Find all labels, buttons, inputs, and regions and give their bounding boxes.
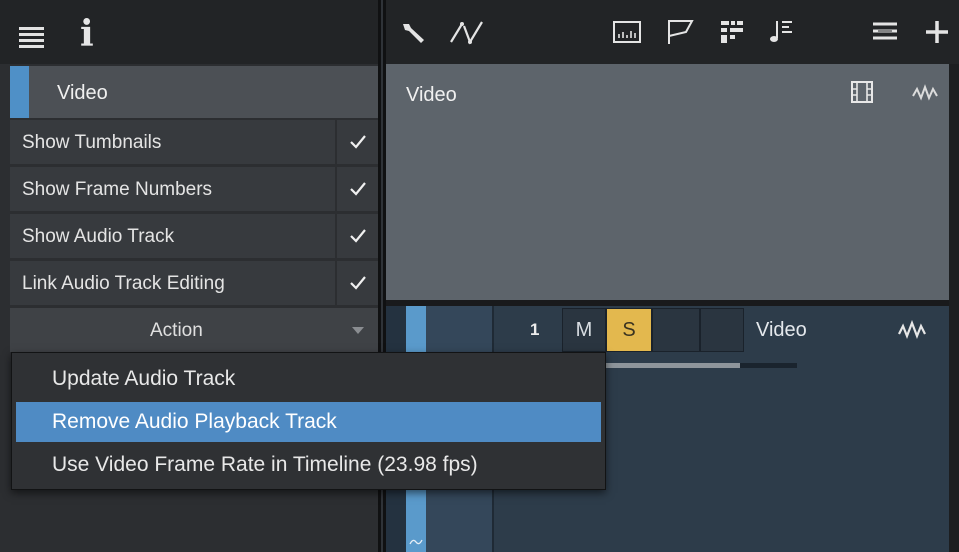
monitor-button[interactable]	[700, 308, 744, 352]
checkmark-icon	[349, 276, 366, 290]
dropdown-caret-icon	[352, 327, 364, 334]
menu-item-label: Use Video Frame Rate in Timeline (23.98 …	[52, 453, 478, 476]
track-color-strip[interactable]	[406, 306, 426, 354]
inspector-toolbar: i	[0, 0, 378, 64]
plus-icon[interactable]	[922, 18, 952, 46]
menu-item-label: Update Audio Track	[52, 367, 236, 390]
menu-item-remove-audio-playback-track[interactable]: Remove Audio Playback Track	[16, 402, 601, 442]
option-link-audio-track-editing[interactable]: Link Audio Track Editing	[10, 261, 335, 305]
section-accent	[10, 66, 29, 118]
link-audio-track-editing-checkbox[interactable]	[337, 261, 378, 305]
solo-button[interactable]: S	[606, 308, 652, 352]
track-level-meter	[605, 363, 797, 368]
show-thumbnails-checkbox[interactable]	[337, 120, 378, 164]
show-frame-numbers-checkbox[interactable]	[337, 167, 378, 211]
info-icon[interactable]: i	[80, 14, 94, 54]
video-section-header[interactable]: Video	[10, 66, 378, 118]
action-dropdown[interactable]: Action	[10, 308, 378, 352]
track-toolbar	[386, 0, 959, 64]
option-show-thumbnails[interactable]: Show Tumbnails	[10, 120, 335, 164]
menu-item-update-audio-track[interactable]: Update Audio Track	[16, 359, 601, 399]
option-show-audio-track[interactable]: Show Audio Track	[10, 214, 335, 258]
show-audio-track-checkbox[interactable]	[337, 214, 378, 258]
meter-fill	[605, 363, 740, 368]
option-label: Link Audio Track Editing	[22, 273, 225, 294]
section-title: Video	[57, 82, 108, 104]
wrench-icon[interactable]	[400, 18, 428, 46]
action-menu: Update Audio Track Remove Audio Playback…	[11, 352, 606, 490]
list-icon[interactable]	[870, 18, 900, 46]
video-header-title: Video	[406, 84, 457, 106]
action-label: Action	[150, 320, 203, 341]
menu-item-label: Remove Audio Playback Track	[52, 410, 337, 433]
track-number: 1	[530, 320, 540, 339]
option-label: Show Tumbnails	[22, 132, 162, 153]
video-track-header[interactable]: Video	[386, 64, 949, 300]
option-show-frame-numbers[interactable]: Show Frame Numbers	[10, 167, 335, 211]
waveform-icon[interactable]	[898, 320, 926, 340]
meter-icon[interactable]	[612, 18, 642, 46]
mute-button[interactable]: M	[562, 308, 606, 352]
checkmark-icon	[349, 229, 366, 243]
track-color-strip-bottom	[406, 480, 426, 552]
score-icon[interactable]	[768, 18, 796, 46]
checkmark-icon	[349, 182, 366, 196]
checkmark-icon	[349, 135, 366, 149]
menu-item-use-video-frame-rate[interactable]: Use Video Frame Rate in Timeline (23.98 …	[16, 445, 601, 485]
record-arm-button[interactable]	[652, 308, 700, 352]
waveform-icon[interactable]	[912, 84, 938, 102]
track-name[interactable]: Video	[756, 319, 807, 342]
flag-icon[interactable]	[666, 18, 696, 46]
automation-icon[interactable]	[448, 18, 492, 46]
option-label: Show Frame Numbers	[22, 179, 213, 200]
filmstrip-icon[interactable]	[850, 80, 874, 104]
option-label: Show Audio Track	[22, 226, 175, 247]
wave-icon	[409, 539, 423, 545]
grid-icon[interactable]	[718, 18, 746, 46]
menu-icon[interactable]	[19, 27, 44, 51]
vertical-scrollbar[interactable]	[949, 64, 959, 552]
